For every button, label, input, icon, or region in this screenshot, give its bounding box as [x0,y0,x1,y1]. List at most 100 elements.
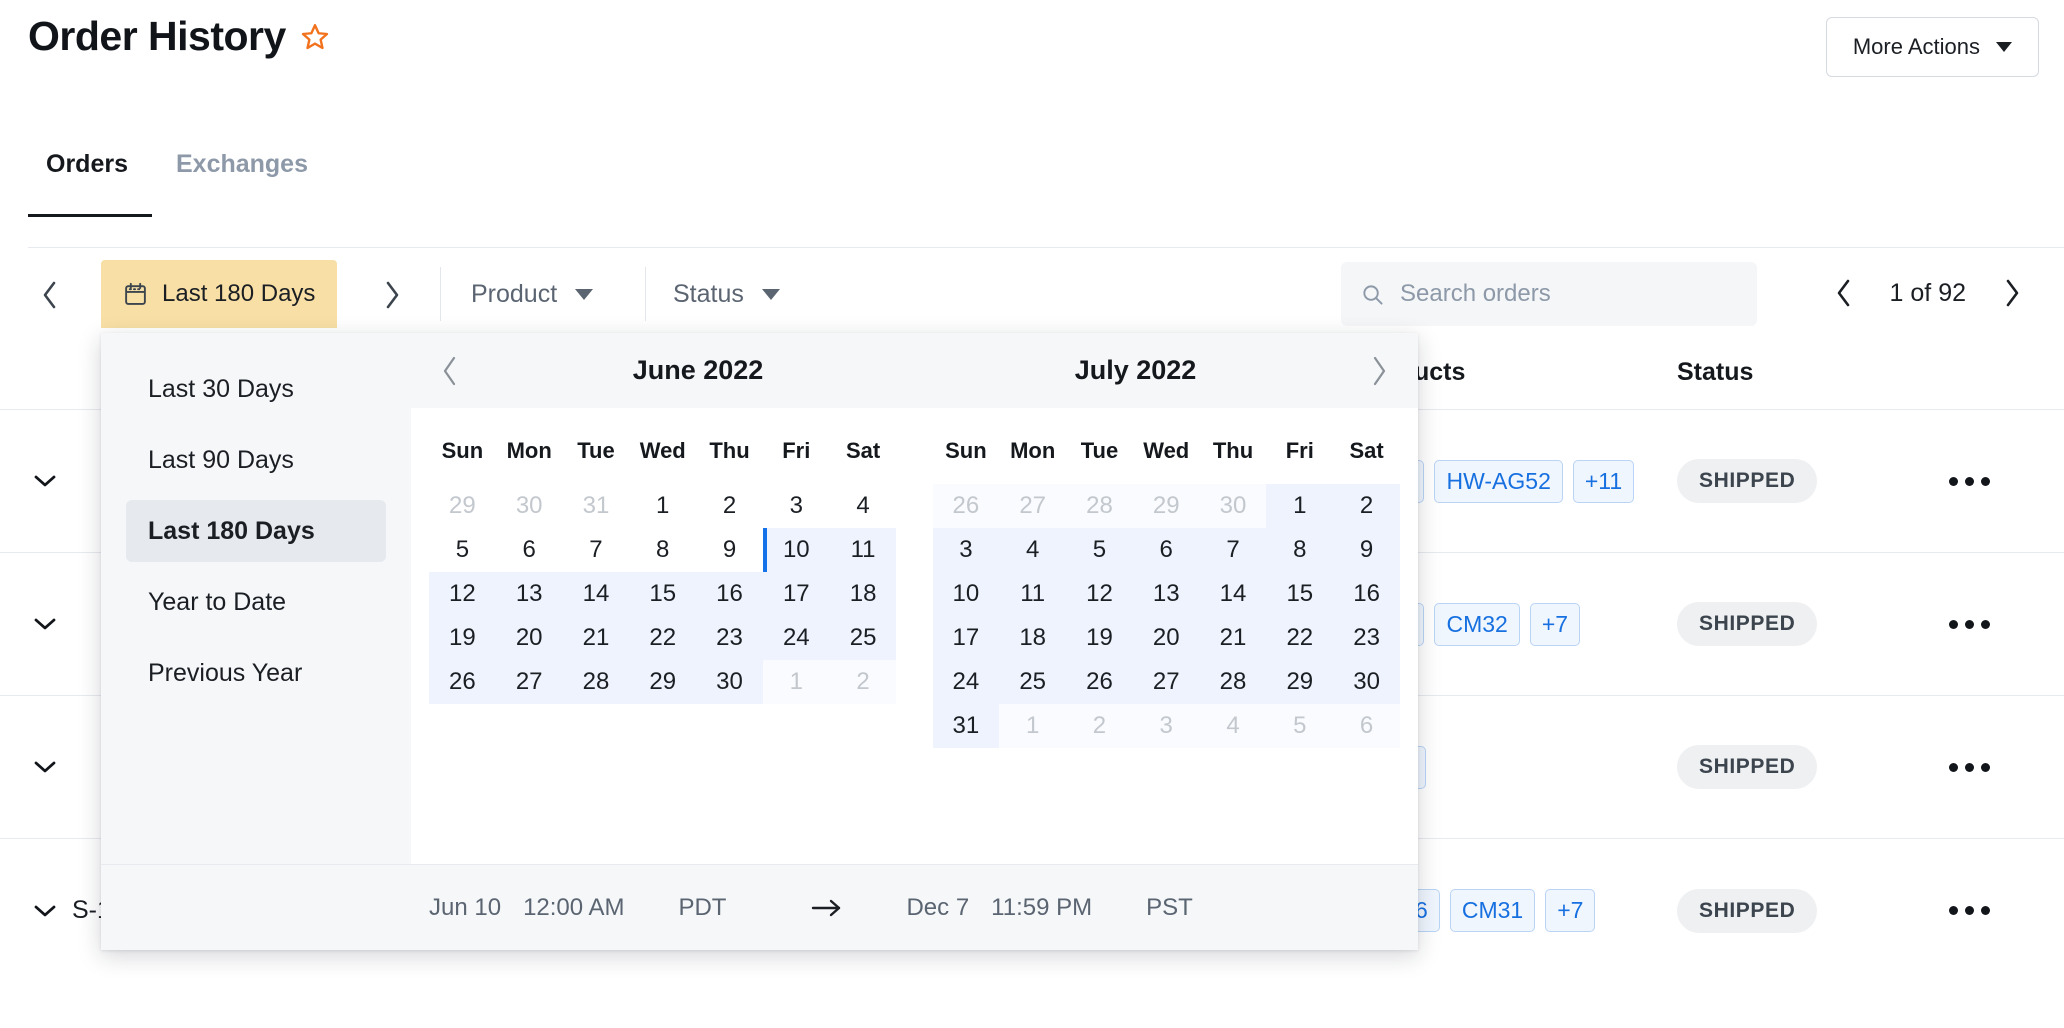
calendar-day[interactable]: 6 [1133,528,1200,572]
preset-last-30-days[interactable]: Last 30 Days [126,358,386,420]
calendar-day[interactable]: 23 [1333,616,1400,660]
product-tag-overflow[interactable]: +7 [1545,889,1595,932]
calendar-day[interactable]: 7 [563,528,630,572]
pagination-prev-button[interactable] [1818,267,1870,319]
calendar-day[interactable]: 2 [1333,484,1400,528]
calendar-day[interactable]: 9 [1333,528,1400,572]
calendar-day[interactable]: 26 [933,484,1000,528]
star-outline-icon[interactable] [300,22,330,52]
preset-last-90-days[interactable]: Last 90 Days [126,429,386,491]
calendar-day[interactable]: 27 [999,484,1066,528]
calendar-day[interactable]: 29 [1133,484,1200,528]
product-tag[interactable]: HW-AG52 [1434,460,1562,503]
calendar-day[interactable]: 12 [1066,572,1133,616]
calendar-day[interactable]: 26 [429,660,496,704]
search-input[interactable] [1400,280,1737,308]
calendar-day[interactable]: 1 [1266,484,1333,528]
calendar-day[interactable]: 25 [830,616,897,660]
preset-previous-year[interactable]: Previous Year [126,642,386,704]
calendar-day[interactable]: 3 [1133,704,1200,748]
calendar-day[interactable]: 29 [1266,660,1333,704]
calendar-day[interactable]: 3 [933,528,1000,572]
tab-exchanges[interactable]: Exchanges [152,150,332,217]
calendar-day[interactable]: 1 [763,660,830,704]
calendar-day[interactable]: 16 [696,572,763,616]
calendar-day[interactable]: 5 [429,528,496,572]
calendar-day[interactable]: 21 [1200,616,1267,660]
calendar-day[interactable]: 28 [1200,660,1267,704]
calendar-day[interactable]: 4 [1200,704,1267,748]
tab-orders[interactable]: Orders [28,150,152,217]
calendar-day[interactable]: 29 [429,484,496,528]
calendar-day[interactable]: 5 [1266,704,1333,748]
calendar-next-month-button[interactable] [1352,354,1406,388]
calendar-day[interactable]: 30 [496,484,563,528]
calendar-day[interactable]: 19 [429,616,496,660]
calendar-day[interactable]: 2 [696,484,763,528]
calendar-day[interactable]: 28 [563,660,630,704]
preset-last-180-days[interactable]: Last 180 Days [126,500,386,562]
calendar-day[interactable]: 24 [933,660,1000,704]
product-tag-overflow[interactable]: +7 [1530,603,1580,646]
more-actions-button[interactable]: More Actions [1826,17,2039,77]
calendar-day[interactable]: 22 [629,616,696,660]
calendar-day[interactable]: 13 [496,572,563,616]
filter-status[interactable]: Status [673,260,780,328]
date-range-filter-button[interactable]: Last 180 Days [101,260,337,328]
calendar-day[interactable]: 9 [696,528,763,572]
calendar-day[interactable]: 8 [629,528,696,572]
calendar-day[interactable]: 19 [1066,616,1133,660]
calendar-day[interactable]: 4 [830,484,897,528]
calendar-day[interactable]: 10 [933,572,1000,616]
calendar-day[interactable]: 3 [763,484,830,528]
row-menu-button[interactable] [1947,477,2064,486]
calendar-day[interactable]: 17 [933,616,1000,660]
calendar-day[interactable]: 26 [1066,660,1133,704]
calendar-day[interactable]: 2 [830,660,897,704]
calendar-day[interactable]: 11 [830,528,897,572]
calendar-day[interactable]: 24 [763,616,830,660]
search-box[interactable] [1341,262,1757,326]
calendar-day[interactable]: 13 [1133,572,1200,616]
calendar-day[interactable]: 18 [999,616,1066,660]
row-menu-button[interactable] [1947,906,2064,915]
calendar-day[interactable]: 31 [563,484,630,528]
calendar-day[interactable]: 20 [496,616,563,660]
calendar-day[interactable]: 30 [1333,660,1400,704]
end-time-value[interactable]: 11:59 PM [991,894,1092,922]
calendar-day[interactable]: 23 [696,616,763,660]
calendar-day[interactable]: 17 [763,572,830,616]
preset-year-to-date[interactable]: Year to Date [126,571,386,633]
calendar-day[interactable]: 20 [1133,616,1200,660]
calendar-day[interactable]: 15 [1266,572,1333,616]
calendar-day[interactable]: 28 [1066,484,1133,528]
date-prev-button[interactable] [30,275,70,315]
calendar-day[interactable]: 30 [696,660,763,704]
calendar-day[interactable]: 8 [1266,528,1333,572]
calendar-day[interactable]: 2 [1066,704,1133,748]
calendar-day[interactable]: 12 [429,572,496,616]
calendar-day[interactable]: 5 [1066,528,1133,572]
calendar-day[interactable]: 22 [1266,616,1333,660]
row-expand-button[interactable] [0,759,72,775]
calendar-day[interactable]: 7 [1200,528,1267,572]
calendar-day[interactable]: 14 [1200,572,1267,616]
calendar-day[interactable]: 27 [1133,660,1200,704]
calendar-day[interactable]: 31 [933,704,1000,748]
calendar-day[interactable]: 14 [563,572,630,616]
calendar-day[interactable]: 21 [563,616,630,660]
filter-product[interactable]: Product [471,260,593,328]
calendar-day[interactable]: 1 [629,484,696,528]
row-expand-button[interactable] [0,473,72,489]
calendar-day[interactable]: 6 [1333,704,1400,748]
calendar-day[interactable]: 15 [629,572,696,616]
calendar-day[interactable]: 4 [999,528,1066,572]
calendar-day[interactable]: 27 [496,660,563,704]
calendar-day[interactable]: 6 [496,528,563,572]
calendar-day[interactable]: 11 [999,572,1066,616]
row-menu-button[interactable] [1947,763,2064,772]
row-expand-button[interactable] [0,616,72,632]
calendar-day[interactable]: 10 [763,528,830,572]
calendar-day[interactable]: 29 [629,660,696,704]
pagination-next-button[interactable] [1986,267,2038,319]
